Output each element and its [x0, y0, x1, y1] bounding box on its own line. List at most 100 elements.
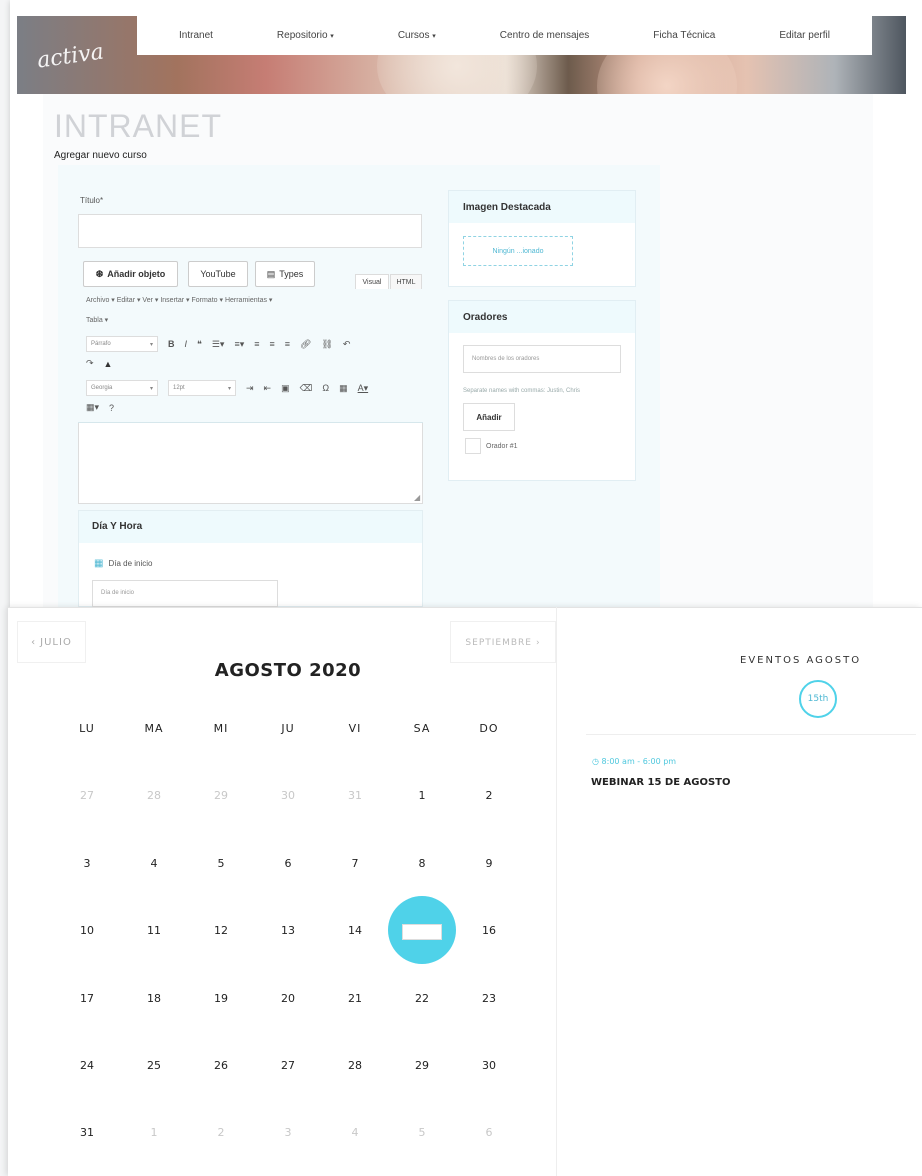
- align-left-icon[interactable]: ≡: [254, 339, 259, 349]
- calendar-day[interactable]: 13: [268, 924, 308, 937]
- quote-icon[interactable]: ❝: [197, 339, 202, 350]
- tab-visual[interactable]: Visual: [355, 274, 389, 290]
- brand-logo[interactable]: activa: [36, 39, 106, 73]
- calendar-day[interactable]: 5: [402, 1126, 442, 1139]
- outdent-icon[interactable]: ⇤: [264, 383, 272, 394]
- text-color-icon[interactable]: A▾: [358, 383, 369, 394]
- calendar-day[interactable]: 7: [335, 857, 375, 870]
- chevron-down-icon: ▾: [432, 33, 436, 40]
- redo-icon[interactable]: ↷: [86, 358, 94, 369]
- calendar-day[interactable]: 22: [402, 992, 442, 1005]
- calendar-day[interactable]: 10: [67, 924, 107, 937]
- calendar-day[interactable]: 21: [335, 992, 375, 1005]
- format-toolbar-row: Párrafo ▾ B I ❝ ☰▾ ≡▾ ≡ ≡ ≡ 🔗︎ ⛓ ↶: [86, 336, 350, 352]
- font-size-select[interactable]: 12pt ▾: [168, 380, 236, 396]
- start-date-input[interactable]: Día de inicio: [92, 580, 278, 607]
- featured-image-picker[interactable]: Ningún ...ionado: [463, 236, 573, 266]
- calendar-day[interactable]: 2: [469, 789, 509, 802]
- font-family-select[interactable]: Georgia ▾: [86, 380, 158, 396]
- calendar-day[interactable]: 20: [268, 992, 308, 1005]
- types-button[interactable]: ▤ Types: [255, 261, 315, 287]
- nav-item-ficha-tecnica[interactable]: Ficha Técnica: [653, 30, 715, 41]
- resize-handle-icon[interactable]: ◢: [414, 493, 420, 502]
- calendar-day-selected[interactable]: 15: [402, 924, 442, 940]
- calendar-day[interactable]: 28: [335, 1059, 375, 1072]
- calendar-day[interactable]: 17: [67, 992, 107, 1005]
- calendar-day[interactable]: 27: [268, 1059, 308, 1072]
- speakers-input[interactable]: Nombres de los oradores: [463, 345, 621, 373]
- grid-icon[interactable]: ▦▾: [86, 402, 99, 413]
- calendar-day[interactable]: 19: [201, 992, 241, 1005]
- title-input[interactable]: [78, 214, 422, 248]
- undo-icon[interactable]: ↶: [343, 339, 351, 350]
- prev-month-button[interactable]: ‹ JULIO: [17, 621, 86, 663]
- nav-item-repositorio[interactable]: Repositorio ▾: [277, 30, 334, 41]
- calendar-day[interactable]: 31: [335, 789, 375, 802]
- bullet-list-icon[interactable]: ☰▾: [212, 339, 225, 350]
- calendar-day[interactable]: 2: [201, 1126, 241, 1139]
- calendar-day[interactable]: 24: [67, 1059, 107, 1072]
- eraser-icon[interactable]: ⌫: [300, 383, 313, 394]
- calendar-day[interactable]: 14: [335, 924, 375, 937]
- image-icon[interactable]: ▣: [281, 383, 290, 394]
- calendar-day[interactable]: 12: [201, 924, 241, 937]
- calendar-day[interactable]: 8: [402, 857, 442, 870]
- calendar-day[interactable]: 29: [402, 1059, 442, 1072]
- indent-icon[interactable]: ⇥: [246, 383, 254, 394]
- featured-image-title: Imagen Destacada: [449, 191, 635, 223]
- month-title: AGOSTO 2020: [214, 660, 362, 681]
- calendar-day[interactable]: 25: [134, 1059, 174, 1072]
- table-icon[interactable]: ▦: [339, 383, 348, 394]
- nav-item-editar-perfil[interactable]: Editar perfil: [779, 30, 830, 41]
- calendar-day[interactable]: 29: [201, 789, 241, 802]
- calendar-day[interactable]: 31: [67, 1126, 107, 1139]
- calendar-icon: ▦: [94, 558, 104, 569]
- calendar-day[interactable]: 1: [134, 1126, 174, 1139]
- unlink-icon[interactable]: ⛓: [321, 339, 332, 350]
- numbered-list-icon[interactable]: ≡▾: [234, 339, 244, 350]
- align-center-icon[interactable]: ≡: [270, 339, 275, 349]
- calendar-day[interactable]: 18: [134, 992, 174, 1005]
- bold-icon[interactable]: B: [168, 339, 175, 349]
- clock-icon: ◷: [592, 757, 599, 766]
- paragraph-select[interactable]: Párrafo ▾: [86, 336, 158, 352]
- calendar-day[interactable]: 4: [134, 857, 174, 870]
- omega-icon[interactable]: Ω: [322, 383, 329, 393]
- nav-item-centro-mensajes[interactable]: Centro de mensajes: [500, 30, 590, 41]
- page-title: INTRANET: [54, 108, 222, 144]
- calendar-day[interactable]: 9: [469, 857, 509, 870]
- help-icon[interactable]: ?: [109, 403, 114, 413]
- calendar-day[interactable]: 6: [469, 1126, 509, 1139]
- editor-menubar[interactable]: Archivo ▾ Editar ▾ Ver ▾ Insertar ▾ Form…: [86, 296, 272, 304]
- add-object-button[interactable]: ❆ Añadir objeto: [83, 261, 178, 287]
- speaker-checkbox[interactable]: [465, 438, 481, 454]
- calendar-day[interactable]: 4: [335, 1126, 375, 1139]
- weekday-label: LU: [79, 722, 95, 735]
- youtube-button[interactable]: YouTube: [188, 261, 248, 287]
- spy-icon[interactable]: ▲: [104, 359, 113, 369]
- calendar-day[interactable]: 16: [469, 924, 509, 937]
- calendar-day[interactable]: 27: [67, 789, 107, 802]
- calendar-day[interactable]: 26: [201, 1059, 241, 1072]
- calendar-day[interactable]: 3: [268, 1126, 308, 1139]
- calendar-day[interactable]: 5: [201, 857, 241, 870]
- align-right-icon[interactable]: ≡: [285, 339, 290, 349]
- calendar-day[interactable]: 30: [469, 1059, 509, 1072]
- link-icon[interactable]: 🔗︎: [300, 339, 311, 350]
- next-month-button[interactable]: SEPTIEMBRE ›: [450, 621, 556, 663]
- nav-item-cursos[interactable]: Cursos ▾: [398, 30, 436, 41]
- calendar-day[interactable]: 1: [402, 789, 442, 802]
- calendar-day[interactable]: 23: [469, 992, 509, 1005]
- calendar-day[interactable]: 30: [268, 789, 308, 802]
- calendar-day[interactable]: 28: [134, 789, 174, 802]
- events-title: EVENTOS AGOSTO: [740, 655, 862, 666]
- italic-icon[interactable]: I: [185, 339, 188, 349]
- calendar-day[interactable]: 11: [134, 924, 174, 937]
- calendar-day[interactable]: 6: [268, 857, 308, 870]
- editor-menu-table[interactable]: Tabla ▾: [86, 316, 108, 324]
- event-name[interactable]: WEBINAR 15 DE AGOSTO: [591, 777, 730, 788]
- nav-item-intranet[interactable]: Intranet: [179, 30, 213, 41]
- tab-html[interactable]: HTML: [390, 274, 422, 290]
- calendar-day[interactable]: 3: [67, 857, 107, 870]
- add-speaker-button[interactable]: Añadir: [463, 403, 515, 431]
